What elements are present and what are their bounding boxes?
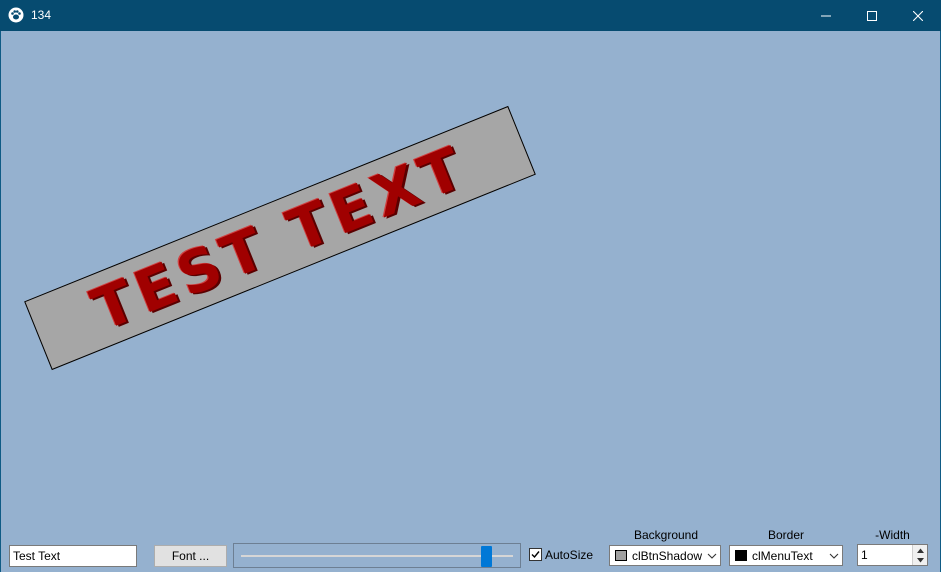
font-button[interactable]: Font ...	[154, 545, 227, 567]
background-label: Background	[633, 528, 699, 542]
width-label: -Width	[875, 528, 910, 542]
width-spin-edit[interactable]: 1	[857, 544, 928, 566]
window-title: 134	[31, 8, 52, 22]
rotated-text-label[interactable]: TEST TEXT	[24, 105, 536, 371]
width-value: 1	[861, 548, 868, 562]
text-input[interactable]	[9, 545, 137, 567]
window-border-left	[0, 31, 1, 572]
minimize-button[interactable]	[803, 0, 849, 31]
background-color-combo[interactable]: clBtnShadow	[609, 545, 721, 566]
slider-thumb[interactable]	[481, 546, 493, 567]
checkmark-icon	[531, 551, 540, 559]
spin-down-button[interactable]	[912, 555, 927, 565]
arrow-up-icon	[916, 548, 924, 553]
border-label: Border	[767, 528, 805, 542]
rotation-slider[interactable]	[233, 543, 521, 568]
border-color-value: clMenuText	[752, 549, 813, 563]
chevron-down-icon	[829, 553, 839, 559]
maximize-button[interactable]	[849, 0, 895, 31]
spin-up-button[interactable]	[912, 545, 927, 555]
background-color-value: clBtnShadow	[632, 549, 703, 563]
border-color-swatch	[735, 550, 747, 561]
background-color-swatch	[615, 550, 627, 561]
title-bar[interactable]: 134	[0, 0, 941, 31]
chevron-down-icon	[707, 553, 717, 559]
minimize-icon	[821, 15, 831, 16]
border-color-combo[interactable]: clMenuText	[729, 545, 843, 566]
autosize-checkbox[interactable]	[529, 548, 542, 561]
close-icon	[913, 10, 923, 21]
slider-track[interactable]	[241, 555, 513, 557]
paw-icon[interactable]	[8, 7, 24, 23]
arrow-down-icon	[916, 557, 924, 562]
rotated-text: TEST TEXT	[82, 131, 478, 345]
close-button[interactable]	[895, 0, 941, 31]
autosize-label[interactable]: AutoSize	[545, 548, 593, 562]
maximize-icon	[867, 10, 877, 21]
